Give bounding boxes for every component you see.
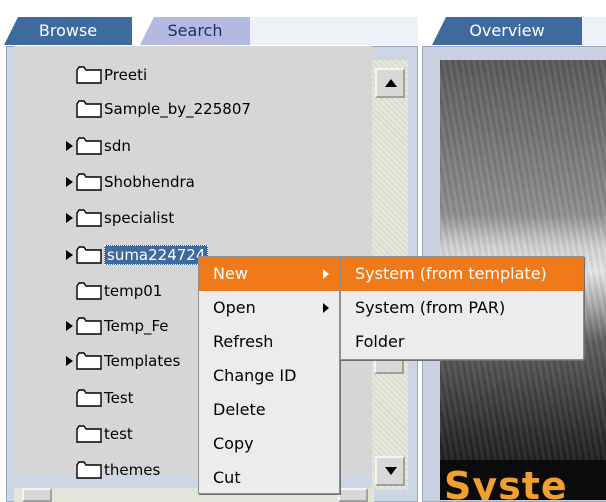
folder-icon bbox=[76, 352, 102, 370]
folder-icon bbox=[76, 461, 102, 479]
menu-item-label: New bbox=[213, 264, 248, 283]
tree-item-label: Temp_Fe bbox=[104, 317, 169, 335]
menu-item-cut[interactable]: Cut bbox=[199, 461, 339, 495]
tree-item-label: Sample_by_225807 bbox=[104, 100, 251, 118]
tree-item-label: Preeti bbox=[104, 66, 148, 84]
menu-item-label: Copy bbox=[213, 434, 254, 453]
expand-arrow-icon[interactable] bbox=[66, 250, 74, 260]
tree-item-label: specialist bbox=[104, 209, 175, 227]
folder-icon bbox=[76, 209, 102, 227]
tree-item[interactable]: test bbox=[76, 419, 133, 449]
tree-item[interactable]: Sample_by_225807 bbox=[76, 94, 251, 124]
folder-icon bbox=[76, 246, 102, 264]
tree-item-label: test bbox=[104, 425, 133, 443]
expand-arrow-icon[interactable] bbox=[66, 213, 74, 223]
tab-browse[interactable]: Browse bbox=[4, 17, 132, 45]
tree-item-label: Test bbox=[104, 389, 134, 407]
menu-item-new[interactable]: New bbox=[199, 257, 339, 291]
menu-item-change-id[interactable]: Change ID bbox=[199, 359, 339, 393]
tab-strip: Browse Search bbox=[0, 14, 418, 46]
tree-item[interactable]: Preeti bbox=[76, 60, 147, 90]
folder-icon bbox=[76, 317, 102, 335]
menu-item-delete[interactable]: Delete bbox=[199, 393, 339, 427]
folder-icon bbox=[76, 173, 102, 191]
tree-item[interactable]: sdn bbox=[66, 131, 131, 161]
tree-item-selected[interactable]: suma224724 bbox=[66, 240, 209, 270]
menu-item-label: Refresh bbox=[213, 332, 274, 351]
menu-item-label: Cut bbox=[213, 468, 241, 487]
tree-item[interactable]: Shobhendra bbox=[66, 167, 195, 197]
tree-item[interactable]: Templates bbox=[66, 346, 180, 376]
menu-item-label: Change ID bbox=[213, 366, 297, 385]
tree-item-label: Shobhendra bbox=[104, 173, 195, 191]
tab-strip-filler bbox=[250, 17, 418, 45]
folder-icon bbox=[76, 282, 102, 300]
menu-item-refresh[interactable]: Refresh bbox=[199, 325, 339, 359]
tab-search[interactable]: Search bbox=[140, 17, 250, 45]
folder-icon bbox=[76, 66, 102, 84]
new-submenu: System (from template) System (from PAR)… bbox=[340, 256, 584, 360]
scroll-up-icon bbox=[385, 79, 397, 87]
tab-strip-filler bbox=[582, 17, 606, 45]
tree-item-label: temp01 bbox=[104, 282, 163, 300]
expand-arrow-icon[interactable] bbox=[66, 141, 74, 151]
folder-icon bbox=[76, 425, 102, 443]
context-menu: New Open Refresh Change ID Delete Copy C… bbox=[198, 256, 340, 494]
menu-item-open[interactable]: Open bbox=[199, 291, 339, 325]
submenu-item-system-from-par[interactable]: System (from PAR) bbox=[341, 291, 583, 325]
expand-arrow-icon[interactable] bbox=[66, 177, 74, 187]
expand-arrow-icon[interactable] bbox=[66, 356, 74, 366]
tree-item[interactable]: Test bbox=[76, 383, 134, 413]
tree-item[interactable]: temp01 bbox=[76, 276, 162, 306]
image-title-text: Syste bbox=[444, 464, 568, 500]
scroll-up-button[interactable] bbox=[375, 68, 405, 98]
folder-icon bbox=[76, 137, 102, 155]
expand-arrow-icon[interactable] bbox=[66, 321, 74, 331]
folder-icon bbox=[76, 389, 102, 407]
tree-item[interactable]: specialist bbox=[66, 203, 174, 233]
tree-item-label: sdn bbox=[104, 137, 131, 155]
tree-item[interactable]: themes bbox=[76, 455, 160, 485]
submenu-arrow-icon bbox=[323, 269, 329, 279]
scroll-down-icon bbox=[385, 467, 397, 475]
folder-icon bbox=[76, 100, 102, 118]
tree-item[interactable]: Temp_Fe bbox=[66, 311, 169, 341]
tree-item-label: suma224724 bbox=[104, 245, 209, 265]
tab-overview[interactable]: Overview bbox=[432, 17, 582, 45]
submenu-arrow-icon bbox=[323, 303, 329, 313]
menu-item-label: Open bbox=[213, 298, 256, 317]
submenu-item-folder[interactable]: Folder bbox=[341, 325, 583, 359]
menu-item-copy[interactable]: Copy bbox=[199, 427, 339, 461]
submenu-item-system-from-template[interactable]: System (from template) bbox=[341, 257, 583, 291]
tree-item-label: Templates bbox=[104, 352, 181, 370]
menu-item-label: Delete bbox=[213, 400, 266, 419]
tree-item-label: themes bbox=[104, 461, 161, 479]
scroll-down-button[interactable] bbox=[375, 456, 405, 486]
